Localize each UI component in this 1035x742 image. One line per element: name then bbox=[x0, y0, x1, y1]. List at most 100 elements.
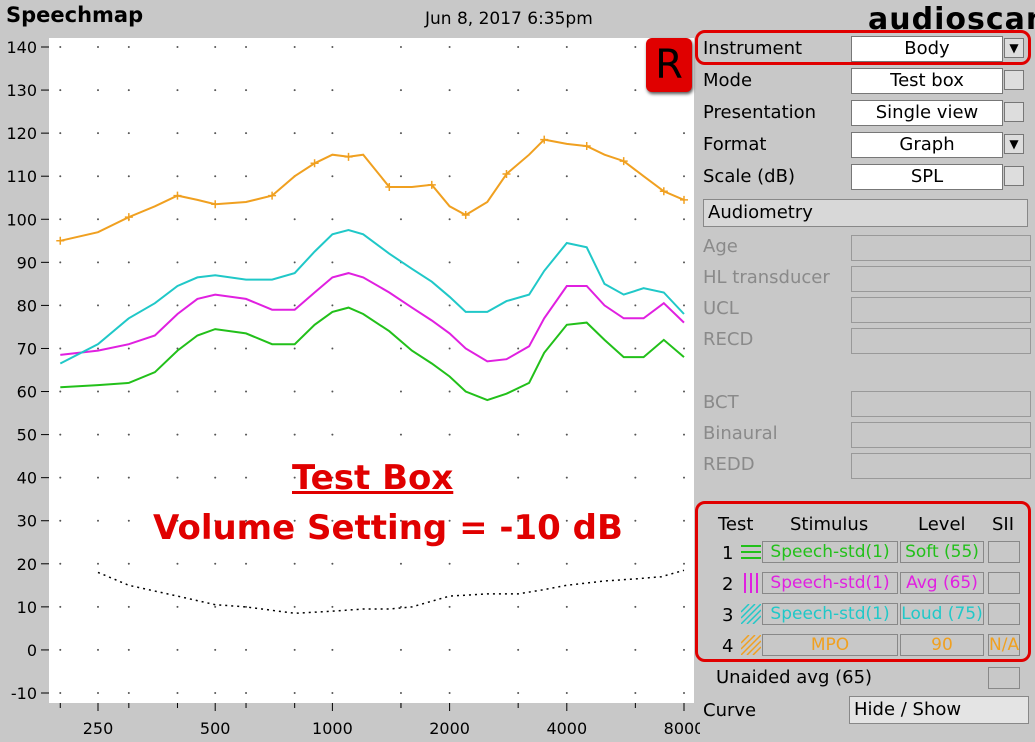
grid-dot bbox=[59, 304, 62, 307]
grid-dot bbox=[245, 433, 248, 436]
grid-dot bbox=[214, 175, 217, 178]
grid-dot bbox=[127, 433, 130, 436]
grid-dot bbox=[245, 218, 248, 221]
grid-dot bbox=[683, 648, 685, 651]
grid-dot bbox=[331, 605, 334, 608]
audiometry-bct: BCT bbox=[700, 388, 1031, 418]
y-tick-label: 100 bbox=[6, 210, 37, 229]
grid-dot bbox=[245, 46, 248, 48]
redd-field[interactable] bbox=[851, 453, 1031, 479]
grid-dot bbox=[565, 433, 568, 436]
ucl-field[interactable] bbox=[851, 297, 1031, 323]
grid-dot bbox=[127, 605, 130, 608]
x-tick-label: 250 bbox=[83, 719, 114, 738]
grid-dot bbox=[634, 347, 637, 350]
recd-field[interactable] bbox=[851, 328, 1031, 354]
grid-dot bbox=[399, 132, 402, 135]
grid-dot bbox=[214, 89, 217, 92]
scale-field[interactable]: SPL bbox=[851, 164, 1003, 190]
grid-dot bbox=[97, 132, 99, 135]
grid-dot bbox=[176, 476, 179, 479]
grid-dot bbox=[399, 390, 402, 393]
hl-transducer-field[interactable] bbox=[851, 266, 1031, 292]
grid-dot bbox=[245, 390, 248, 393]
grid-dot bbox=[683, 605, 685, 608]
grid-dot bbox=[293, 390, 296, 393]
grid-dot bbox=[214, 304, 217, 307]
grid-dot bbox=[565, 304, 568, 307]
binaural-field[interactable] bbox=[851, 422, 1031, 448]
grid-dot bbox=[634, 433, 637, 436]
grid-dot bbox=[517, 648, 520, 651]
grid-dot bbox=[245, 648, 248, 651]
grid-dot bbox=[97, 476, 99, 479]
grid-dot bbox=[399, 648, 402, 651]
grid-dot bbox=[97, 261, 99, 264]
grid-dot bbox=[127, 562, 130, 565]
audiometry-hl-transducer: HL transducer bbox=[700, 263, 1031, 293]
grid-dot bbox=[127, 692, 130, 694]
grid-dot bbox=[399, 218, 402, 221]
field-label: HL transducer bbox=[703, 267, 830, 288]
unaided-avg-field[interactable] bbox=[988, 667, 1020, 689]
format-select[interactable]: Graph bbox=[851, 132, 1003, 158]
age-field[interactable] bbox=[851, 235, 1031, 261]
grid-dot bbox=[448, 132, 451, 135]
grid-dot bbox=[97, 433, 99, 436]
grid-dot bbox=[176, 605, 179, 608]
field-label: RECD bbox=[703, 329, 754, 350]
grid-dot bbox=[245, 175, 248, 178]
annotation-volume: Volume Setting = -10 dB bbox=[153, 508, 623, 548]
grid-dot bbox=[59, 433, 62, 436]
grid-dot bbox=[331, 390, 334, 393]
audiometry-button[interactable]: Audiometry bbox=[703, 199, 1028, 227]
mode-checkbox[interactable] bbox=[1004, 70, 1024, 90]
grid-dot bbox=[634, 89, 637, 92]
grid-dot bbox=[293, 261, 296, 264]
grid-dot bbox=[448, 605, 451, 608]
grid-dot bbox=[399, 304, 402, 307]
grid-dot bbox=[683, 261, 685, 264]
grid-dot bbox=[517, 304, 520, 307]
grid-dot bbox=[245, 89, 248, 92]
dropdown-arrow-icon[interactable]: ▼ bbox=[1004, 134, 1024, 154]
grid-dot bbox=[565, 89, 568, 92]
grid-dot bbox=[448, 46, 451, 48]
grid-dot bbox=[448, 218, 451, 221]
grid-dot bbox=[517, 46, 520, 48]
setting-presentation: Presentation Single view bbox=[700, 98, 1030, 128]
grid-dot bbox=[565, 347, 568, 350]
presentation-field[interactable]: Single view bbox=[851, 100, 1003, 126]
x-tick-label: 2000 bbox=[429, 719, 470, 738]
grid-dot bbox=[634, 519, 637, 522]
curve-label: Curve bbox=[703, 700, 757, 721]
bct-field[interactable] bbox=[851, 391, 1031, 417]
mode-field[interactable]: Test box bbox=[851, 68, 1003, 94]
grid-dot bbox=[127, 519, 130, 522]
presentation-checkbox[interactable] bbox=[1004, 102, 1024, 122]
grid-dot bbox=[97, 605, 99, 608]
grid-dot bbox=[517, 562, 520, 565]
grid-dot bbox=[293, 347, 296, 350]
hide-show-button[interactable]: Hide / Show bbox=[849, 696, 1029, 724]
grid-dot bbox=[634, 692, 637, 694]
grid-dot bbox=[127, 89, 130, 92]
grid-dot bbox=[293, 692, 296, 694]
grid-dot bbox=[293, 648, 296, 651]
audiometry-binaural: Binaural bbox=[700, 419, 1031, 449]
grid-dot bbox=[176, 562, 179, 565]
y-tick-label: -10 bbox=[11, 684, 37, 703]
scale-checkbox[interactable] bbox=[1004, 166, 1024, 186]
right-ear-badge[interactable]: R bbox=[646, 38, 692, 92]
grid-dot bbox=[59, 347, 62, 350]
grid-dot bbox=[59, 89, 62, 92]
setting-label: Scale (dB) bbox=[703, 166, 795, 187]
y-tick-label: 60 bbox=[17, 383, 37, 402]
grid-dot bbox=[634, 304, 637, 307]
grid-dot bbox=[634, 261, 637, 264]
x-tick-label: 1000 bbox=[312, 719, 353, 738]
grid-dot bbox=[245, 605, 248, 608]
audiometry-redd: REDD bbox=[700, 450, 1031, 480]
grid-dot bbox=[683, 347, 685, 350]
grid-dot bbox=[176, 390, 179, 393]
